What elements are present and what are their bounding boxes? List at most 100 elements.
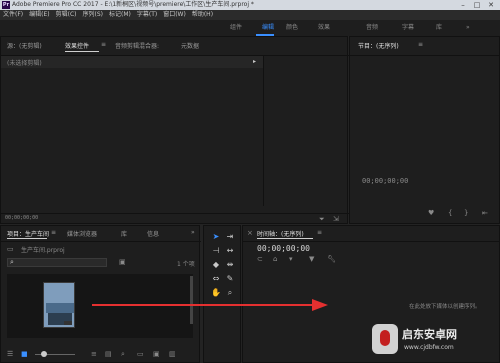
menu-bar: 文件(F) 编辑(E) 剪辑(C) 序列(S) 标记(M) 字幕(T) 窗口(W) 帮助(H): [0, 10, 500, 20]
workspace-color[interactable]: 颜色: [286, 20, 298, 36]
folder-icon: ▭: [7, 245, 14, 253]
workspace-titles[interactable]: 字幕: [402, 20, 414, 36]
clear-icon[interactable]: ▥: [169, 350, 176, 358]
project-file-name: 生产车间.prproj: [21, 247, 65, 254]
no-clip-selected-label: (未选择剪辑): [7, 60, 42, 67]
new-item-icon[interactable]: ▣: [153, 350, 160, 358]
go-to-in-icon[interactable]: ⇤: [482, 209, 488, 217]
tab-info[interactable]: 信息: [147, 229, 159, 238]
sort-icon[interactable]: ≡: [91, 350, 97, 358]
drop-media-hint: 在此处放下媒体以创建序列。: [409, 304, 481, 310]
menu-marker[interactable]: 标记(M): [106, 10, 134, 20]
timeline-menu-icon[interactable]: ≡: [317, 229, 322, 236]
panel-divider: [350, 55, 500, 56]
export-icon[interactable]: ⇲: [333, 215, 339, 223]
hand-tool-icon[interactable]: ✋: [211, 288, 221, 298]
effect-controls-header: (未选择剪辑) ▸: [1, 56, 263, 68]
menu-help[interactable]: 帮助(H): [189, 10, 216, 20]
project-search-input[interactable]: ⌕: [7, 258, 107, 267]
tab-libraries[interactable]: 库: [121, 229, 127, 238]
workspace-bar: 组件 编辑 颜色 效果 音频 字幕 库 »: [0, 20, 500, 36]
snap-icon[interactable]: ⊂: [257, 255, 263, 263]
effect-controls-timecode: 00;00;00;00: [5, 215, 39, 221]
tab-effect-controls[interactable]: 效果控件: [65, 41, 89, 50]
tab-source[interactable]: 源：(无剪辑): [7, 41, 42, 50]
mark-in-icon[interactable]: {: [448, 209, 452, 217]
wrench-icon[interactable]: 🔧︎: [327, 255, 336, 263]
project-footer-toolbar: ☰ ■ ≡ ▤ ⌕ ▭ ▣ ▥: [1, 346, 201, 363]
title-bar: Pr Adobe Premiere Pro CC 2017 - E:\1新桐区\…: [0, 0, 500, 10]
minimize-icon[interactable]: –: [456, 0, 470, 10]
new-bin-footer-icon[interactable]: ▭: [137, 350, 144, 358]
rate-stretch-tool-icon[interactable]: ↔: [225, 246, 235, 256]
close-icon[interactable]: ✕: [484, 0, 498, 10]
menu-edit[interactable]: 编辑(E): [26, 10, 52, 20]
list-view-icon[interactable]: ☰: [7, 350, 13, 358]
panel-divider: [1, 241, 201, 242]
effect-controls-footer: 00;00;00;00 ⏷ ⇲: [1, 213, 349, 224]
clip-thumbnail[interactable]: [43, 282, 75, 328]
razor-tool-icon[interactable]: ◆: [211, 260, 221, 270]
ripple-edit-tool-icon[interactable]: ⊣: [211, 246, 221, 256]
active-tab-underline: [65, 51, 99, 52]
item-count: 1 个项: [177, 261, 195, 268]
watermark-logo-icon: [372, 324, 398, 354]
tools-panel: ➤ ⇥ ⊣ ↔ ◆ ⇹ ⇔ ✎ ✋ ⌕: [203, 225, 241, 363]
timeline-timecode: 00;00;00;00: [257, 244, 310, 253]
effect-controls-menu-icon[interactable]: ≡: [101, 41, 106, 48]
workspace-effects[interactable]: 效果: [318, 20, 330, 36]
workspace-libraries[interactable]: 库: [436, 20, 442, 36]
track-select-tool-icon[interactable]: ⇥: [225, 232, 235, 242]
active-tab-underline: [7, 238, 47, 239]
close-timeline-icon[interactable]: ×: [247, 229, 253, 237]
active-tab-underline: [257, 238, 313, 239]
mark-out-icon[interactable]: }: [464, 209, 468, 217]
zoom-tool-icon[interactable]: ⌕: [225, 288, 235, 298]
program-timecode: 00;00;00;00: [362, 177, 409, 185]
search-icon: ⌕: [10, 258, 14, 266]
tab-program[interactable]: 节目：(无序列): [358, 41, 399, 50]
add-marker-icon[interactable]: ▾: [289, 255, 293, 263]
expand-arrow-icon[interactable]: ▸: [253, 58, 256, 65]
program-panel: 节目：(无序列) ≡ 00;00;00;00 ♥ { } ⇤: [349, 36, 500, 224]
watermark: 启东安卓网 www.cjdbfw.com: [370, 320, 500, 363]
window-title: Adobe Premiere Pro CC 2017 - E:\1新桐区\视频号…: [12, 1, 254, 8]
premiere-app-icon: Pr: [2, 1, 10, 9]
automate-icon[interactable]: ▤: [105, 350, 112, 358]
timeline-settings-icon[interactable]: ▼: [309, 255, 314, 263]
workspace-assembly[interactable]: 组件: [230, 20, 242, 36]
annotation-arrow-head: [312, 299, 328, 311]
add-marker-icon[interactable]: ♥: [428, 209, 434, 217]
project-panel: 项目：生产车间 ≡ 媒体浏览器 库 信息 » ▭ 生产车间.prproj ⌕ ▣…: [0, 225, 201, 363]
tab-media-browser[interactable]: 媒体浏览器: [67, 229, 97, 238]
tab-project[interactable]: 项目：生产车间: [7, 229, 49, 238]
selection-tool-icon[interactable]: ➤: [211, 232, 221, 242]
tab-metadata[interactable]: 元数据: [181, 41, 199, 50]
linked-selection-icon[interactable]: ⌂: [273, 255, 277, 263]
source-panel: 源：(无剪辑) 效果控件 ≡ 音频剪辑混合器: 元数据 (未选择剪辑) ▸ 00…: [0, 36, 349, 224]
workspace-audio[interactable]: 音频: [366, 20, 378, 36]
menu-title[interactable]: 字幕(T): [134, 10, 160, 20]
new-bin-icon[interactable]: ▣: [119, 258, 126, 266]
program-menu-icon[interactable]: ≡: [418, 41, 423, 48]
maximize-icon[interactable]: □: [470, 0, 484, 10]
workspace-more[interactable]: »: [466, 20, 470, 36]
project-more-icon[interactable]: »: [191, 229, 195, 236]
watermark-name: 启东安卓网: [402, 328, 457, 341]
watermark-url: www.cjdbfw.com: [404, 344, 454, 351]
pen-tool-icon[interactable]: ✎: [225, 274, 235, 284]
menu-window[interactable]: 窗口(W): [160, 10, 189, 20]
slip-tool-icon[interactable]: ⇹: [225, 260, 235, 270]
menu-clip[interactable]: 剪辑(C): [53, 10, 80, 20]
slide-tool-icon[interactable]: ⇔: [211, 274, 221, 284]
menu-file[interactable]: 文件(F): [0, 10, 26, 20]
filter-icon[interactable]: ⏷: [319, 215, 325, 223]
find-icon[interactable]: ⌕: [121, 350, 125, 358]
menu-sequence[interactable]: 序列(S): [80, 10, 107, 20]
tab-timeline[interactable]: 时间轴：(无序列): [257, 229, 304, 238]
icon-view-icon[interactable]: ■: [21, 350, 28, 358]
project-menu-icon[interactable]: ≡: [51, 229, 56, 236]
panel-divider: [243, 241, 500, 242]
zoom-slider-handle[interactable]: [41, 351, 47, 357]
tab-audio-clip-mixer[interactable]: 音频剪辑混合器:: [115, 41, 159, 50]
